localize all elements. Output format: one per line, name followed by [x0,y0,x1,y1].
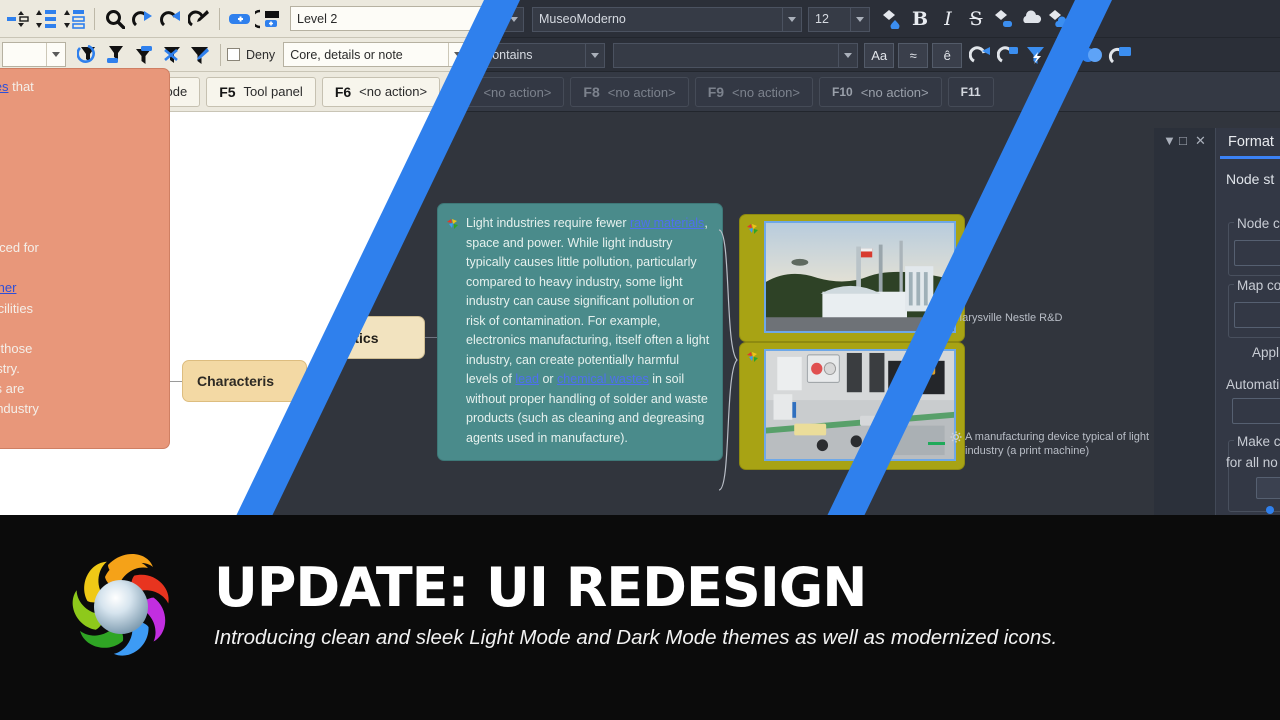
promo-title: UPDATE: UI REDESIGN [214,556,867,619]
app-window: Level 2 MuseoModerno 12 B [0,0,1280,720]
freeplane-logo [62,548,180,666]
promo-subtitle: Introducing clean and sleek Light Mode a… [214,626,1058,649]
